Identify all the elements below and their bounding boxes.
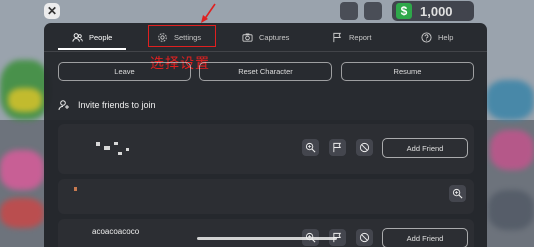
add-friend-button[interactable]: Add Friend <box>382 228 468 247</box>
people-icon <box>72 33 83 42</box>
censored-avatar-pixels <box>104 146 110 150</box>
add-friend-button[interactable]: Add Friend <box>382 138 468 158</box>
tab-label: Captures <box>259 33 290 42</box>
censored-avatar-pixels <box>74 187 77 191</box>
annotation-arrow <box>201 3 216 23</box>
leave-button[interactable]: Leave <box>58 62 191 81</box>
close-icon: ✕ <box>46 4 58 18</box>
add-friend-label: Add Friend <box>406 233 444 243</box>
inspect-button[interactable] <box>302 139 319 156</box>
censored-avatar-pixels <box>96 142 100 146</box>
tab-captures[interactable]: Captures <box>242 23 289 52</box>
balance-amount: 1,000 <box>420 3 453 19</box>
player-name: acoacoacoco <box>92 227 140 236</box>
inspect-icon <box>305 142 316 153</box>
inspect-icon <box>452 188 463 199</box>
currency-display: $ 1,000 <box>392 1 474 21</box>
close-menu-button[interactable]: ✕ <box>44 3 60 19</box>
flag-icon <box>333 32 342 43</box>
add-person-icon <box>58 100 69 111</box>
reset-character-label: Reset Character <box>238 67 293 76</box>
tab-label: People <box>89 33 113 42</box>
resume-label: Resume <box>393 67 422 76</box>
tab-help[interactable]: Help <box>421 23 453 52</box>
home-indicator <box>197 237 337 240</box>
annotation-highlight-box <box>148 25 216 47</box>
block-icon <box>359 232 370 243</box>
tab-report[interactable]: Report <box>332 23 372 52</box>
block-icon <box>359 142 370 153</box>
reset-character-button[interactable]: Reset Character <box>199 62 332 81</box>
add-friend-label: Add Friend <box>406 143 444 153</box>
block-player-button[interactable] <box>356 229 373 246</box>
camera-icon <box>242 33 253 42</box>
censored-avatar-pixels <box>118 152 122 155</box>
menu-tabs: People Settings Captures Report Help <box>44 23 487 52</box>
invite-friends-row[interactable]: Invite friends to join <box>58 91 474 119</box>
game-menu-panel: People Settings Captures Report Help 选择设… <box>44 23 487 247</box>
dollar-icon: $ <box>396 3 412 19</box>
inspect-button[interactable] <box>449 185 466 202</box>
tab-label: Help <box>438 33 454 42</box>
hud-button[interactable] <box>364 2 382 20</box>
active-tab-indicator <box>58 48 126 50</box>
censored-avatar-pixels <box>114 142 118 145</box>
invite-label: Invite friends to join <box>78 100 156 110</box>
censored-avatar-pixels <box>126 148 129 151</box>
player-row <box>58 179 474 214</box>
question-icon <box>421 32 432 43</box>
block-player-button[interactable] <box>356 139 373 156</box>
report-flag-icon <box>333 142 342 153</box>
tabs-divider <box>44 51 487 52</box>
resume-button[interactable]: Resume <box>341 62 474 81</box>
leave-label: Leave <box>114 67 135 76</box>
tab-label: Report <box>349 33 372 42</box>
player-row: Add Friend <box>58 124 474 174</box>
player-row: acoacoacoco Add Friend <box>58 219 474 247</box>
hud-button[interactable] <box>340 2 358 20</box>
report-player-button[interactable] <box>329 139 346 156</box>
